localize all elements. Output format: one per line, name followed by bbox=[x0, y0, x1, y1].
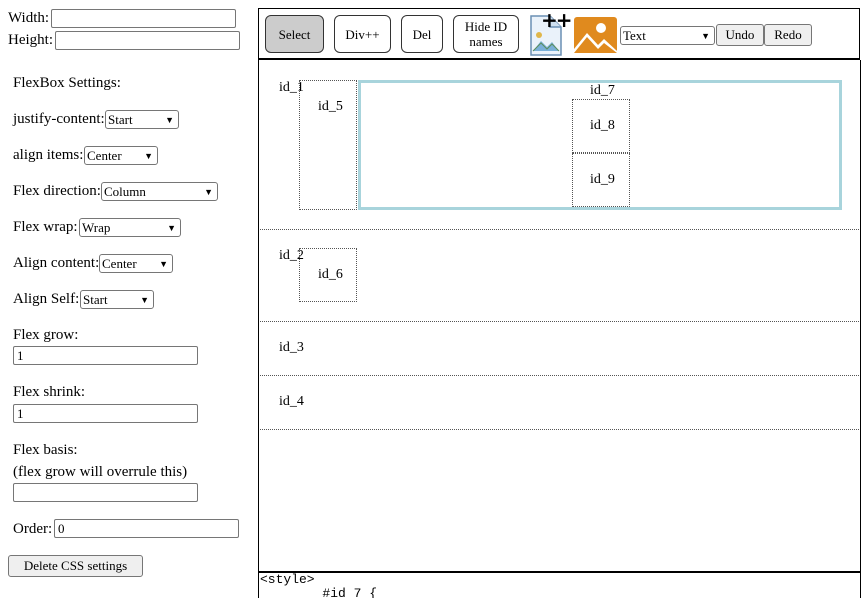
add-image-icon[interactable]: ++ bbox=[528, 8, 572, 57]
redo-button[interactable]: Redo bbox=[764, 24, 812, 46]
justify-content-label: justify-content: bbox=[13, 111, 105, 127]
chevron-down-icon: ▼ bbox=[140, 294, 149, 305]
design-canvas[interactable]: id_1 id_5 id_7 id_8 id_9 id_2 id_6 id_3 … bbox=[258, 60, 861, 572]
container-id-6[interactable]: id_6 bbox=[299, 248, 357, 302]
chevron-down-icon: ▼ bbox=[165, 114, 174, 125]
toolbar: Select Div++ Del Hide ID names ++ Text ▼ … bbox=[258, 8, 860, 60]
id-label-5: id_5 bbox=[318, 99, 343, 114]
id-label-7: id_7 bbox=[590, 83, 615, 98]
align-content-label: Align content: bbox=[13, 255, 100, 271]
container-id-4[interactable]: id_4 bbox=[260, 376, 859, 430]
align-items-select[interactable]: Center ▼ bbox=[84, 146, 158, 165]
chevron-down-icon: ▼ bbox=[144, 150, 153, 161]
flex-basis-note: (flex grow will overrule this) bbox=[13, 464, 188, 480]
order-input[interactable]: 0 bbox=[54, 519, 239, 538]
container-id-5[interactable]: id_5 bbox=[299, 80, 357, 210]
delete-css-button[interactable]: Delete CSS settings bbox=[8, 555, 143, 577]
element-type-select[interactable]: Text ▼ bbox=[620, 26, 715, 45]
hide-id-line1: Hide ID bbox=[464, 19, 508, 34]
height-input[interactable] bbox=[55, 31, 240, 50]
select-button[interactable]: Select bbox=[265, 15, 324, 53]
justify-content-select[interactable]: Start ▼ bbox=[105, 110, 179, 129]
plus-plus-label: ++ bbox=[541, 8, 572, 32]
hide-id-line2: names bbox=[469, 34, 503, 49]
id-label-4: id_4 bbox=[279, 394, 304, 409]
chevron-down-icon: ▼ bbox=[159, 258, 168, 269]
height-label: Height: bbox=[8, 32, 53, 48]
chevron-down-icon: ▼ bbox=[167, 222, 176, 233]
chevron-down-icon: ▼ bbox=[204, 186, 213, 197]
chevron-down-icon: ▼ bbox=[701, 30, 710, 41]
container-id-3[interactable]: id_3 bbox=[260, 322, 859, 376]
delete-button[interactable]: Del bbox=[401, 15, 443, 53]
flex-wrap-select[interactable]: Wrap ▼ bbox=[79, 218, 181, 237]
align-self-label: Align Self: bbox=[13, 291, 80, 307]
flex-shrink-input[interactable]: 1 bbox=[13, 404, 198, 423]
align-self-select[interactable]: Start ▼ bbox=[80, 290, 154, 309]
code-line-2: #id_7 { bbox=[260, 586, 378, 598]
flex-grow-label: Flex grow: bbox=[13, 327, 79, 343]
add-div-button[interactable]: Div++ bbox=[334, 15, 391, 53]
flex-basis-input[interactable] bbox=[13, 483, 198, 502]
id-label-6: id_6 bbox=[318, 267, 343, 282]
align-content-select[interactable]: Center ▼ bbox=[99, 254, 173, 273]
flex-basis-label: Flex basis: bbox=[13, 442, 78, 458]
container-id-8[interactable]: id_8 bbox=[572, 99, 630, 153]
code-line-1: <style> bbox=[260, 572, 315, 587]
width-input[interactable] bbox=[51, 9, 236, 28]
flex-direction-label: Flex direction: bbox=[13, 183, 101, 199]
flex-shrink-label: Flex shrink: bbox=[13, 384, 86, 400]
flex-direction-select[interactable]: Column ▼ bbox=[101, 182, 218, 201]
undo-button[interactable]: Undo bbox=[716, 24, 764, 46]
container-id-2[interactable]: id_2 id_6 bbox=[260, 230, 859, 322]
image-icon[interactable] bbox=[574, 17, 617, 53]
flexbox-heading: FlexBox Settings: bbox=[13, 75, 121, 91]
flex-grow-input[interactable]: 1 bbox=[13, 346, 198, 365]
container-id-7[interactable]: id_7 id_8 id_9 bbox=[358, 80, 842, 210]
id-label-3: id_3 bbox=[279, 340, 304, 355]
container-id-9[interactable]: id_9 bbox=[572, 153, 630, 207]
flex-wrap-label: Flex wrap: bbox=[13, 219, 78, 235]
width-label: Width: bbox=[8, 10, 50, 26]
container-id-1[interactable]: id_1 id_5 id_7 id_8 id_9 bbox=[260, 60, 859, 230]
css-code-output[interactable]: <style> #id_7 { bbox=[258, 572, 861, 598]
align-items-label: align items: bbox=[13, 147, 84, 163]
id-label-8: id_8 bbox=[590, 118, 615, 133]
order-label: Order: bbox=[13, 521, 53, 537]
id-label-9: id_9 bbox=[590, 172, 615, 187]
hide-id-names-button[interactable]: Hide ID names bbox=[453, 15, 519, 53]
